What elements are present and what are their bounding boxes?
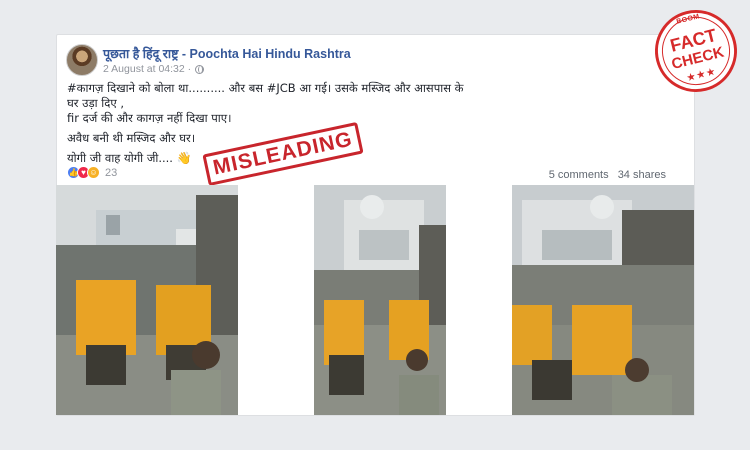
- post-meta: 2 August at 04:32 ·: [103, 63, 205, 75]
- reactions-summary[interactable]: 👍 ♥ ☺ 23: [67, 166, 117, 179]
- page-avatar[interactable]: [66, 44, 98, 76]
- video-frame-1[interactable]: [56, 185, 238, 415]
- post-text-line-5: योगी जी वाह योगी जी....: [67, 151, 173, 165]
- haha-icon: ☺: [87, 166, 100, 179]
- page-name-link[interactable]: पूछता है हिंदू राष्ट्र - Poochta Hai Hin…: [103, 45, 351, 62]
- video-frame-3[interactable]: [512, 185, 694, 415]
- post-text-line: fir दर्ज की और कागज़ नहीं दिखा पाए।: [67, 111, 232, 125]
- waving-hand-icon: 👋: [176, 151, 192, 165]
- comments-count-link[interactable]: 5 comments: [549, 169, 609, 181]
- video-frame-2-image: [314, 185, 446, 415]
- post-text-line: #कागज़ दिखाने को बोला था.......... और बस…: [67, 81, 464, 95]
- globe-icon: [195, 64, 205, 74]
- post-stats: 5 comments 34 shares: [549, 169, 666, 181]
- post-timestamp[interactable]: 2 August at 04:32 ·: [103, 63, 191, 75]
- post-text-line: घर उड़ा दिए ,: [67, 96, 124, 110]
- video-frame-2[interactable]: [314, 185, 446, 415]
- reaction-count: 23: [105, 166, 118, 179]
- video-frame-1-image: [56, 185, 238, 415]
- video-frame-3-image: [512, 185, 694, 415]
- shares-count-link[interactable]: 34 shares: [618, 169, 666, 181]
